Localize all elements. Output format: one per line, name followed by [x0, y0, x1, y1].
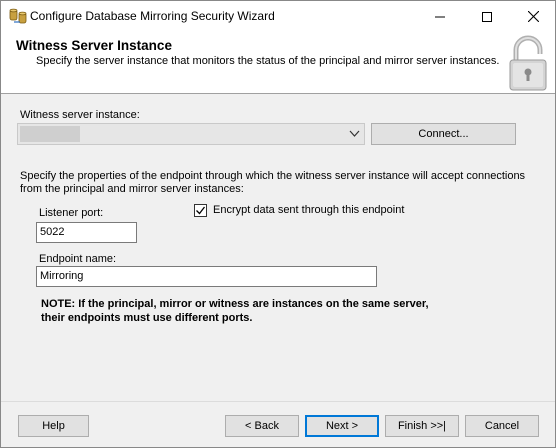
minimize-button[interactable]: [417, 1, 463, 32]
maximize-icon: [482, 11, 492, 22]
connect-button[interactable]: Connect...: [371, 123, 516, 145]
padlock-icon: [509, 35, 547, 91]
minimize-icon: [435, 16, 445, 17]
chevron-down-icon: [349, 130, 360, 137]
maximize-button[interactable]: [464, 1, 510, 32]
page-subtitle: Specify the server instance that monitor…: [36, 55, 500, 67]
encrypt-label[interactable]: Encrypt data sent through this endpoint: [213, 204, 404, 216]
ports-note-line1: NOTE: If the principal, mirror or witnes…: [41, 298, 429, 310]
close-icon: [527, 11, 539, 22]
ports-note: NOTE: If the principal, mirror or witnes…: [41, 297, 429, 325]
witness-server-value: [20, 126, 80, 142]
endpoint-name-input[interactable]: Mirroring: [36, 266, 377, 287]
page-title: Witness Server Instance: [16, 38, 172, 53]
checkmark-icon: [196, 206, 206, 215]
footer-divider: [1, 401, 555, 402]
witness-server-label: Witness server instance:: [20, 109, 140, 121]
witness-server-combo[interactable]: [17, 123, 365, 145]
ports-note-line2: their endpoints must use different ports…: [41, 312, 253, 324]
endpoint-name-label: Endpoint name:: [39, 253, 117, 265]
listener-port-label: Listener port:: [39, 207, 104, 219]
close-button[interactable]: [510, 1, 556, 32]
wizard-header: Witness Server Instance Specify the serv…: [1, 32, 555, 94]
back-button[interactable]: < Back: [225, 415, 299, 437]
wizard-window: Configure Database Mirroring Security Wi…: [0, 0, 556, 448]
next-button[interactable]: Next >: [305, 415, 379, 437]
help-button[interactable]: Help: [18, 415, 89, 437]
window-title: Configure Database Mirroring Security Wi…: [30, 9, 275, 23]
cancel-button[interactable]: Cancel: [465, 415, 539, 437]
finish-button[interactable]: Finish >>|: [385, 415, 459, 437]
listener-port-input[interactable]: 5022: [36, 222, 137, 243]
title-bar[interactable]: Configure Database Mirroring Security Wi…: [1, 1, 555, 32]
database-mirroring-icon: [9, 8, 27, 24]
endpoint-description: Specify the properties of the endpoint t…: [20, 170, 526, 195]
encrypt-checkbox[interactable]: [194, 204, 207, 217]
